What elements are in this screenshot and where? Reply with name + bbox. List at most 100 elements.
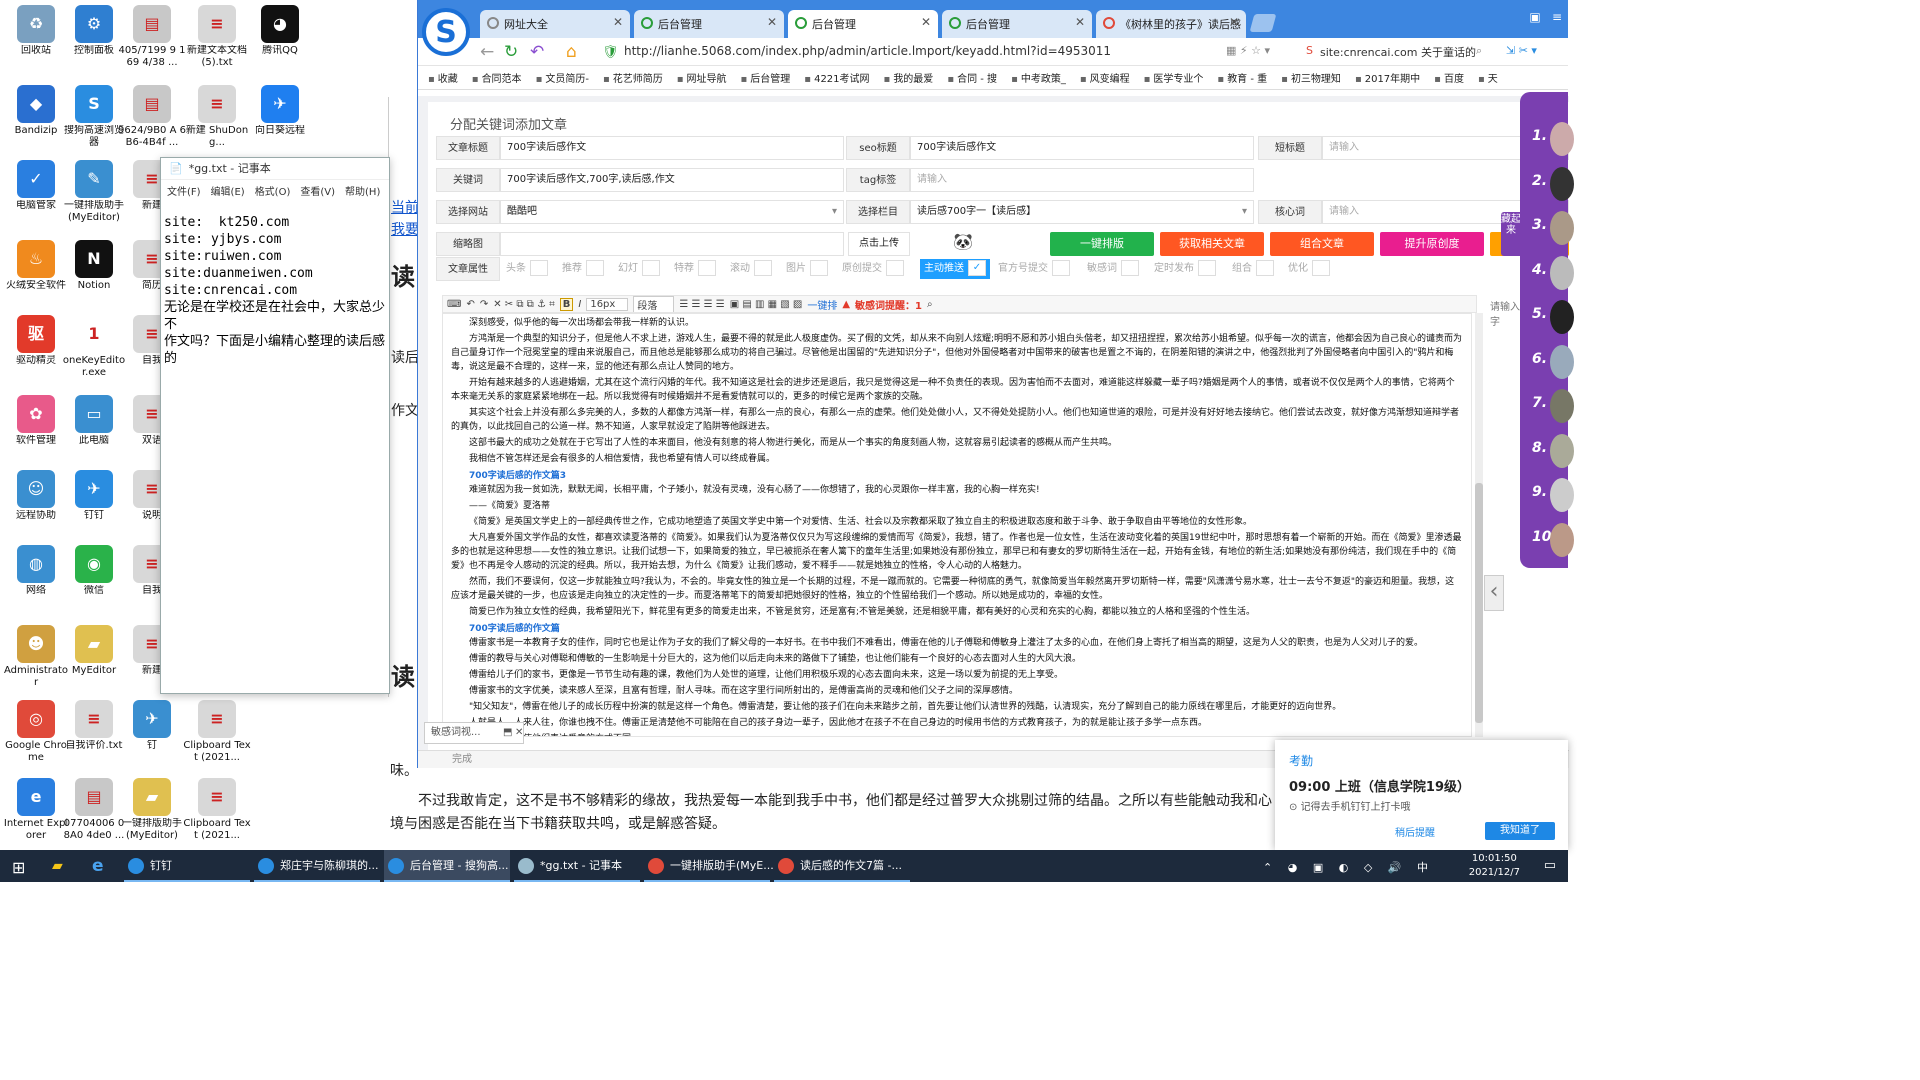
checkbox-icon[interactable]: [1198, 260, 1216, 276]
bookmark-item[interactable]: 中考政策_: [1011, 70, 1066, 85]
upload-button[interactable]: 点击上传: [848, 232, 910, 256]
system-tray-icons[interactable]: ⌃ ◕ ▣ ◐ ◇ 🔊 中: [1263, 859, 1434, 875]
editor-scrollbar[interactable]: [1475, 313, 1483, 737]
avatar[interactable]: [1550, 344, 1574, 379]
bookmark-item[interactable]: 合同范本: [472, 70, 522, 85]
bookmark-item[interactable]: 风变编程: [1080, 70, 1130, 85]
attr-checkbox[interactable]: 官方号提交: [998, 259, 1070, 279]
remind-later-link[interactable]: 稍后提醒: [1395, 824, 1435, 839]
got-it-button[interactable]: 我知道了: [1485, 822, 1555, 840]
sensitive-word-popup[interactable]: 敏感词视... ⬒ ✕: [424, 722, 524, 744]
bookmark-item[interactable]: 收藏: [428, 70, 458, 85]
avatar[interactable]: [1550, 478, 1574, 512]
action-button[interactable]: 提升原创度: [1380, 232, 1484, 256]
align-icon[interactable]: ☰ ☰ ☰ ☰: [679, 299, 724, 310]
tab-2[interactable]: 后台管理 ✕: [634, 10, 784, 38]
bookmark-item[interactable]: 后台管理: [741, 70, 790, 85]
desktop-icon[interactable]: ▤ 9624/9B0 A 6B6-4B4f ...: [118, 85, 186, 149]
checkbox-icon[interactable]: [698, 260, 716, 276]
sidebar-toggle-icon[interactable]: ▣: [1526, 10, 1544, 28]
bookmark-item[interactable]: 初三物理知: [1281, 70, 1341, 85]
sensitive-word-alert[interactable]: 敏感词提醒：1: [855, 297, 922, 312]
tab-4[interactable]: 后台管理 ✕: [942, 10, 1092, 38]
bookmark-item[interactable]: 网址导航: [677, 70, 727, 85]
attr-checkbox[interactable]: 滚动: [730, 259, 772, 279]
notepad-menu-item[interactable]: 格式(O): [255, 183, 291, 198]
paragraph-select[interactable]: 段落: [633, 296, 675, 312]
undo-icon[interactable]: ↶: [466, 299, 474, 310]
checkbox-icon[interactable]: [886, 260, 904, 276]
home-icon[interactable]: ⌂: [566, 42, 577, 62]
notepad-menu-item[interactable]: 文件(F): [167, 183, 201, 198]
action-button[interactable]: 获取相关文章: [1160, 232, 1264, 256]
url-input[interactable]: http://lianhe.5068.com/index.php/admin/a…: [624, 44, 1111, 58]
input-language[interactable]: 中: [1417, 861, 1434, 874]
seo-title-input[interactable]: 700字读后感作文: [910, 136, 1254, 160]
sogou-logo-icon[interactable]: S: [422, 8, 470, 56]
avatar[interactable]: [1550, 166, 1574, 201]
checkbox-icon[interactable]: [810, 260, 828, 276]
taskbar-item[interactable]: *gg.txt - 记事本: [514, 850, 640, 882]
attr-checkbox[interactable]: 头条: [506, 259, 548, 279]
bookmark-item[interactable]: 医学专业个: [1144, 70, 1203, 85]
desktop-icon[interactable]: ≡ 新建 ShuDong...: [183, 85, 251, 149]
pin-icon[interactable]: ⬒: [503, 723, 512, 743]
notepad-window[interactable]: 📄 *gg.txt - 记事本 文件(F) 编辑(E) 格式(O) 查看(V) 帮助(H…: [160, 157, 390, 694]
attr-checkbox[interactable]: 特荐: [674, 259, 716, 279]
checkbox-icon[interactable]: [586, 260, 604, 276]
search-engine-icon[interactable]: S: [1306, 44, 1313, 57]
zoom-icon[interactable]: ⌕: [927, 299, 933, 310]
avatar[interactable]: [1550, 211, 1574, 245]
taskbar-item[interactable]: 一键排版助手(MyE...: [644, 850, 774, 882]
article-editor[interactable]: 深刻感受，似乎他的每一次出场都会带我一样新的认识。 方鸿渐是一个典型的知识分子，但…: [442, 313, 1472, 737]
notepad-menu-item[interactable]: 帮助(H): [345, 183, 380, 198]
attr-checkbox[interactable]: 幻灯: [618, 259, 660, 279]
back-icon[interactable]: ←: [480, 42, 494, 62]
avatar[interactable]: [1550, 522, 1574, 557]
desktop-icon[interactable]: ▤ 405/7199 9 169 4/38 ...: [118, 5, 186, 69]
action-button[interactable]: 一键排版: [1050, 232, 1154, 256]
site-search-input[interactable]: site:cnrencai.com 关于童话的: [1320, 44, 1476, 60]
avatar[interactable]: [1550, 300, 1574, 334]
close-icon[interactable]: ✕: [1075, 15, 1085, 29]
background-link[interactable]: 我要: [391, 219, 419, 239]
checkbox-icon[interactable]: [1052, 260, 1070, 276]
bold-icon[interactable]: B: [559, 297, 574, 311]
bookmark-item[interactable]: 天: [1478, 70, 1498, 85]
checkbox-icon[interactable]: [642, 260, 660, 276]
avatar[interactable]: [1550, 255, 1574, 290]
font-size-select[interactable]: 16px: [586, 297, 629, 311]
avatar[interactable]: [1550, 433, 1574, 468]
notepad-menu-item[interactable]: 查看(V): [300, 183, 335, 198]
ie-icon[interactable]: e: [92, 856, 104, 876]
bookmark-item[interactable]: 文员简历-: [536, 70, 589, 85]
bookmark-item[interactable]: 百度: [1434, 70, 1464, 85]
checkbox-icon[interactable]: ✓: [968, 260, 986, 276]
checkbox-icon[interactable]: [530, 260, 548, 276]
insert-icon[interactable]: ▣ ▤ ▥ ▦ ▧ ▨: [730, 299, 803, 310]
hide-ranking-button[interactable]: 藏起来: [1501, 212, 1521, 256]
notepad-menu-item[interactable]: 编辑(E): [211, 183, 245, 198]
bookmark-item[interactable]: 4221考试网: [804, 70, 869, 85]
article-title-input[interactable]: 700字读后感作文: [500, 136, 844, 160]
new-tab-button[interactable]: [1249, 14, 1277, 32]
desktop-icon[interactable]: ✈ 钉: [118, 700, 186, 752]
attr-checkbox[interactable]: 图片: [786, 259, 828, 279]
tab-3[interactable]: 后台管理 ✕: [788, 10, 938, 38]
bookmark-item[interactable]: 2017年期中: [1355, 70, 1420, 85]
taskbar-item[interactable]: 郑庄宇与陈柳琪的...: [254, 850, 380, 882]
search-icon[interactable]: ⌕: [1476, 44, 1482, 58]
checkbox-icon[interactable]: [1256, 260, 1274, 276]
desktop-icon[interactable]: ▰ 一键排版助手(MyEditor): [118, 778, 186, 842]
format-icon[interactable]: ✕ ✂ ⧉ ⧉ ⚓ ⌗: [493, 299, 555, 310]
notepad-titlebar[interactable]: 📄 *gg.txt - 记事本: [161, 158, 389, 180]
close-icon[interactable]: ✕: [767, 15, 777, 29]
tab-1[interactable]: 网址大全 ✕: [480, 10, 630, 38]
site-select[interactable]: 酷酷吧 ▾: [500, 200, 844, 224]
keyword-input[interactable]: 700字读后感作文,700字,读后感,作文: [500, 168, 844, 192]
checkbox-icon[interactable]: [754, 260, 772, 276]
taskbar-item[interactable]: 后台管理 - 搜狗高...: [384, 850, 510, 882]
desktop-icon[interactable]: ≡ Clipboard Text (2021...: [183, 778, 251, 842]
menu-icon[interactable]: ≡: [1548, 10, 1566, 28]
collapse-arrow-icon[interactable]: ‹: [1484, 575, 1504, 611]
